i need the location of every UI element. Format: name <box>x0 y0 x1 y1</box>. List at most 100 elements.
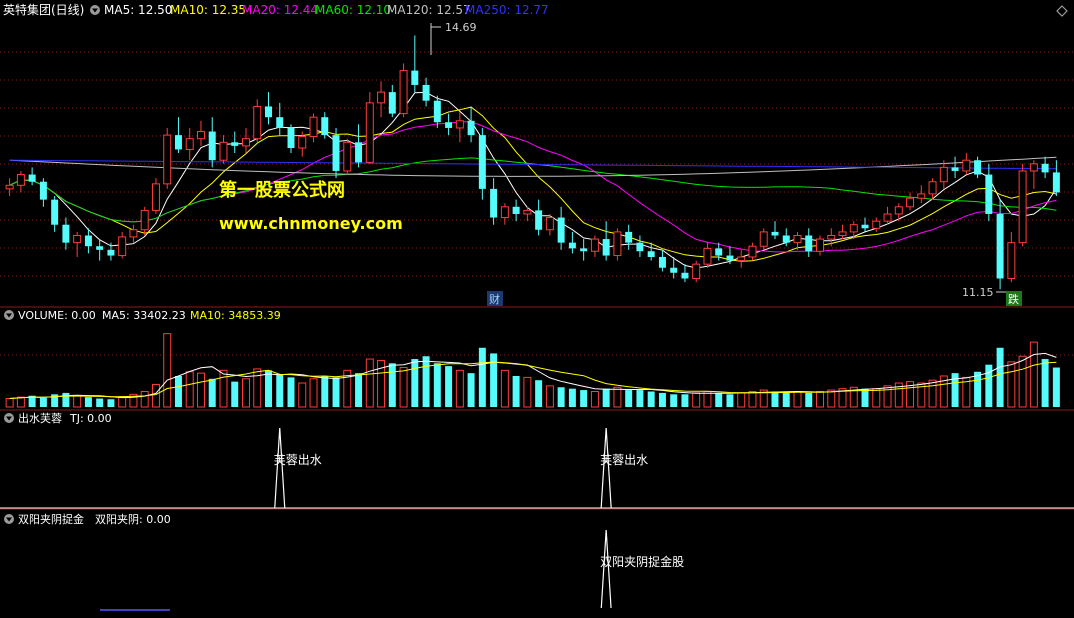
drop-flag[interactable]: 跌 <box>1006 291 1022 306</box>
candle-down <box>625 231 633 243</box>
candle-down <box>715 248 723 256</box>
candle-up <box>219 141 228 161</box>
signal1-settings-icon[interactable] <box>4 413 14 423</box>
watermark-title: 第一股票公式网 <box>219 179 345 201</box>
volume-bar-up <box>242 378 250 408</box>
candle-up <box>1007 242 1016 279</box>
low-price-label: 11.15 <box>962 286 994 299</box>
volume-bar-down <box>411 359 419 407</box>
volume-bar-up <box>816 390 824 408</box>
candle-down <box>647 251 655 257</box>
signal1-value: TJ: 0.00 <box>69 412 112 425</box>
candle-down <box>512 206 520 214</box>
candle-up <box>1029 163 1038 172</box>
volume-bar-up <box>748 390 757 408</box>
volume-bar-down <box>355 373 363 407</box>
volume-bar-down <box>174 375 182 407</box>
candle-up <box>793 234 802 244</box>
volume-bar-up <box>827 389 836 408</box>
candle-down <box>602 239 610 256</box>
candle-down <box>568 242 576 249</box>
volume-bar-up <box>928 379 937 408</box>
volume-label: VOLUME: 0.00 <box>18 309 96 322</box>
candle-up <box>242 138 250 147</box>
volume-bar-down <box>276 374 284 407</box>
stock-name[interactable]: 英特集团(日线) <box>3 2 84 17</box>
volume-bars <box>5 333 1060 408</box>
candle-down <box>771 231 779 236</box>
signal2-value: 双阳夹阴: 0.00 <box>95 513 171 526</box>
candle-down <box>974 160 982 175</box>
candle-down <box>1041 163 1049 173</box>
candle-down <box>670 267 678 273</box>
volume-bar-down <box>84 397 92 407</box>
candle-up <box>816 238 824 252</box>
volume-bar-down <box>557 387 565 407</box>
candle-up <box>894 206 903 215</box>
volume-bar-down <box>974 371 982 407</box>
volume-bar-up <box>545 385 554 408</box>
volume-bar-down <box>1041 359 1049 407</box>
diamond-icon[interactable] <box>1056 5 1068 17</box>
volume-bar-up <box>455 369 464 408</box>
candle-down <box>276 117 284 128</box>
high-price-label: 14.69 <box>445 21 477 34</box>
candle-down <box>62 224 70 243</box>
candle-up <box>196 131 205 140</box>
volume-bar-down <box>580 390 588 407</box>
volume-bar-down <box>771 391 779 407</box>
ma60-label: MA60: 12.10 <box>315 3 391 17</box>
volume-bar-down <box>265 370 272 407</box>
candle-down <box>490 188 498 218</box>
candle-down <box>388 92 396 114</box>
candle-down <box>726 255 734 261</box>
candle-down <box>535 210 543 230</box>
signal2-settings-icon[interactable] <box>4 514 14 524</box>
volume-bar-up <box>523 376 532 408</box>
candle-down <box>681 272 689 279</box>
candle-down <box>107 249 115 256</box>
candle-up <box>692 263 701 279</box>
candle-up <box>140 209 149 231</box>
volume-bar-down <box>62 392 70 407</box>
candle-down <box>478 135 486 189</box>
volume-bar-down <box>433 363 441 407</box>
candle-up <box>298 136 307 149</box>
candle-up <box>163 134 172 185</box>
candle-up <box>377 91 386 104</box>
volume-bar-up <box>500 369 509 408</box>
volume-bar-down <box>332 377 340 407</box>
volume-bar-up <box>196 372 205 408</box>
stock-chart[interactable]: 芙蓉出水 芙蓉出水 双阳夹阴捉金股 英特集团(日线) MA5: 12.50 MA1… <box>0 0 1074 615</box>
candle-up <box>748 245 757 258</box>
indicator-settings-icon[interactable] <box>90 5 100 15</box>
signal1-spike <box>600 427 612 509</box>
candle-up <box>365 102 374 163</box>
candle-down <box>1052 172 1060 193</box>
volume-bar-up <box>793 390 802 408</box>
finance-flag[interactable]: 财 <box>487 291 503 306</box>
volume-bar-down <box>681 394 689 407</box>
candle-up <box>883 213 892 222</box>
candle-up <box>129 229 138 238</box>
candle-down <box>231 142 239 146</box>
volume-bar-down <box>647 391 655 407</box>
volume-bar-down <box>782 392 790 407</box>
candle-down <box>467 120 475 136</box>
candle-down <box>996 213 1004 279</box>
candle-down <box>580 248 588 252</box>
candle-down <box>805 235 813 252</box>
volume-bar-up <box>16 396 25 408</box>
candle-down <box>51 199 59 225</box>
volume-settings-icon[interactable] <box>4 310 14 320</box>
volume-bar-down <box>715 392 723 407</box>
volume-bar-up <box>118 396 127 408</box>
volume-bar-down <box>287 377 295 407</box>
candle-down <box>557 217 565 243</box>
candle-up <box>928 181 937 195</box>
volume-bar-down <box>231 381 239 407</box>
candle-up <box>455 120 464 129</box>
volume-ma10-label: MA10: 34853.39 <box>190 309 281 322</box>
candle-down <box>422 84 430 101</box>
candle-down <box>411 70 419 85</box>
